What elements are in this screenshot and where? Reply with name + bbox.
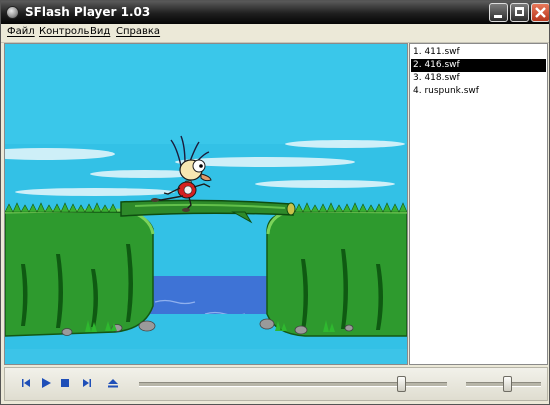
flash-stage[interactable] [4,43,408,365]
playlist-item-selected[interactable]: 2. 416.swf [411,59,546,72]
playlist[interactable]: 1. 411.swf 2. 416.swf 3. 418.swf 4. rusp… [409,43,548,365]
right-cliff [259,209,407,337]
menu-help[interactable]: Справка [116,26,160,37]
flash-animation-frame [5,44,407,364]
maximize-button[interactable] [510,3,529,22]
menu-control[interactable]: Контроль [39,26,89,37]
menu-file[interactable]: Файл [7,26,35,37]
play-icon[interactable] [39,376,53,390]
playlist-item[interactable]: 4. ruspunk.swf [411,85,546,98]
minimize-button[interactable] [489,3,508,22]
minimize-icon [494,15,502,18]
skip-back-icon[interactable] [20,376,34,390]
title-bar[interactable]: SFlash Player 1.03 [1,1,549,24]
stop-icon[interactable] [58,376,72,390]
close-button[interactable] [531,3,549,22]
maximize-icon [515,7,524,16]
control-bar [4,367,548,401]
skip-forward-icon[interactable] [79,376,93,390]
playlist-item[interactable]: 1. 411.swf [411,46,546,59]
left-cliff [5,208,156,337]
menu-view[interactable]: Вид [90,26,110,37]
window-title: SFlash Player 1.03 [25,5,151,19]
close-icon [535,7,546,18]
app-window: SFlash Player 1.03 Файл Контроль Вид Спр… [0,0,550,405]
menu-bar: Файл Контроль Вид Справка [1,24,549,43]
app-icon [6,6,19,19]
playlist-item[interactable]: 3. 418.swf [411,72,546,85]
volume-slider-thumb[interactable] [503,376,513,392]
seek-slider-thumb[interactable] [396,376,406,392]
eject-icon[interactable] [106,376,120,390]
